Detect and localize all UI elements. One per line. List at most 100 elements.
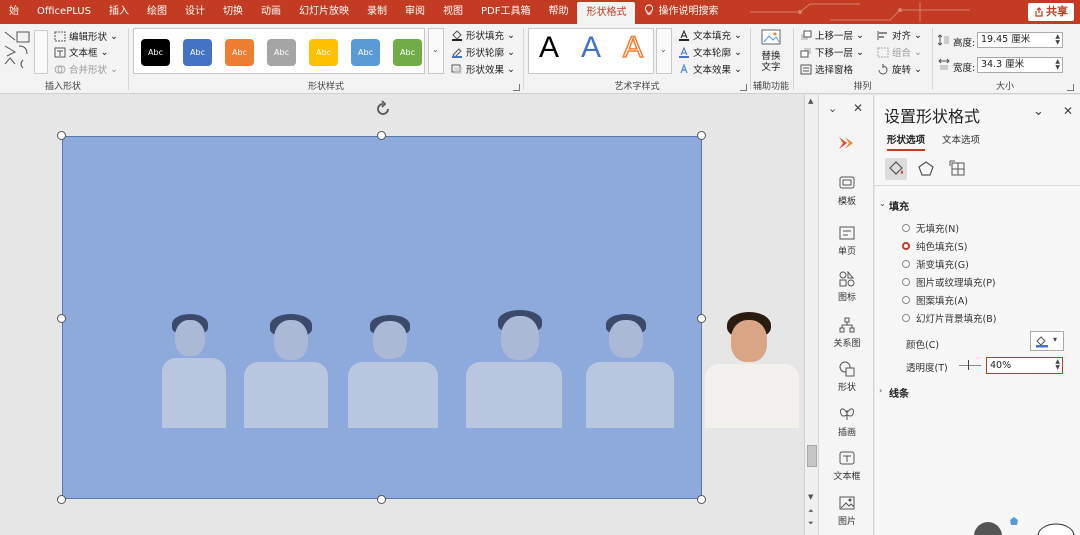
chevron-down-icon: ▾ (1053, 335, 1058, 344)
tab-record[interactable]: 录制 (358, 0, 396, 24)
tab-shape-options[interactable]: 形状选项 (887, 132, 926, 151)
line-section-header[interactable]: 线条 (889, 385, 909, 400)
scroll-up-icon[interactable]: ▲ (808, 97, 813, 105)
tab-draw[interactable]: 绘图 (138, 0, 176, 24)
sidebar-item-illustration[interactable]: 插画 (819, 406, 875, 438)
expanded-caret-icon[interactable]: ⌄ (879, 199, 886, 208)
resize-handle-top[interactable] (377, 131, 386, 140)
tab-design[interactable]: 设计 (176, 0, 214, 24)
edit-shape-button[interactable]: 编辑形状 ⌄ (54, 29, 118, 43)
pane-options-chevron-icon[interactable]: ⌄ (1033, 104, 1044, 119)
sidebar-item-text-box[interactable]: 文本框 (819, 450, 875, 482)
scrollbar-thumb[interactable] (807, 445, 817, 467)
radio-selected-icon (902, 242, 910, 250)
tab-text-options[interactable]: 文本选项 (942, 132, 980, 146)
dialog-launcher-icon[interactable] (513, 84, 520, 91)
collapse-chevron-icon[interactable]: ⌄ (828, 102, 837, 115)
sidebar-label-text-box: 文本框 (833, 472, 861, 482)
tab-shape-format[interactable]: 形状格式 (577, 2, 636, 24)
dialog-launcher-icon[interactable] (1067, 84, 1074, 91)
text-box-button[interactable]: 文本框 ⌄ (54, 45, 108, 59)
share-label: 共享 (1046, 5, 1068, 18)
share-button[interactable]: 共享 (1028, 3, 1074, 21)
resize-handle-top-left[interactable] (57, 131, 66, 140)
tab-officeplus[interactable]: OfficePLUS (28, 0, 100, 24)
fill-section-header[interactable]: 填充 (889, 198, 909, 213)
tab-home[interactable]: 始 (0, 0, 28, 24)
radio-icon (902, 296, 910, 304)
alt-text-label-2: 文字 (761, 62, 781, 73)
sidebar-label-single-page: 单页 (837, 247, 856, 257)
option-gradient-fill[interactable]: 渐变填充(G) (902, 257, 969, 271)
tab-view[interactable]: 视图 (434, 0, 472, 24)
transparency-slider-thumb[interactable] (968, 360, 969, 370)
fill-line-tab[interactable] (885, 158, 907, 180)
tab-animations[interactable]: 动画 (252, 0, 290, 24)
dialog-launcher-icon[interactable] (740, 84, 747, 91)
scroll-down-icon[interactable]: ▼ (808, 493, 813, 501)
resize-handle-bottom-left[interactable] (57, 495, 66, 504)
sidebar-label-template: 模板 (837, 197, 856, 207)
officeplus-logo-icon (839, 137, 853, 149)
format-shape-pane: 设置形状格式 ⌄ ✕ 形状选项 文本选项 ⌄ 填充 无填充(N) 纯色填充(S)… (875, 95, 1080, 535)
tab-slideshow[interactable]: 幻灯片放映 (290, 0, 358, 24)
option-solid-fill[interactable]: 纯色填充(S) (902, 239, 967, 253)
merge-shapes-label: 合并形状 (69, 65, 108, 76)
tab-help[interactable]: 帮助 (539, 0, 577, 24)
resize-handle-right[interactable] (697, 314, 706, 323)
transparency-slider-track[interactable] (959, 365, 981, 366)
app-window: 始 OfficePLUS 插入 绘图 设计 切换 动画 幻灯片放映 录制 审阅 … (0, 0, 1080, 535)
close-icon[interactable]: ✕ (853, 101, 863, 115)
tell-me-search[interactable]: 操作说明搜索 (635, 0, 727, 24)
group-size: 大小 (934, 24, 1076, 94)
radio-icon (902, 278, 910, 286)
effects-tab[interactable] (915, 158, 937, 180)
sidebar-item-shapes[interactable]: 形状 (819, 361, 875, 393)
next-slide-icon[interactable]: ⏷ (808, 519, 814, 528)
tab-insert[interactable]: 插入 (100, 0, 138, 24)
group-accessibility: 替换 文字 辅助功能 (751, 24, 791, 94)
alt-text-icon (761, 29, 781, 45)
shape-gallery-icon[interactable] (3, 30, 33, 72)
fill-color-picker[interactable]: ▾ (1030, 331, 1064, 351)
merge-shapes-icon (54, 65, 66, 73)
officeplus-sidebar: ⌄ ✕ 模板 单页 图标 关系图 形状 插画 文本框 图片 (818, 95, 874, 535)
transparency-input[interactable]: 40% ▲ ▼ (986, 357, 1063, 374)
sidebar-item-template[interactable]: 模板 (819, 175, 875, 207)
group-insert-shapes: 编辑形状 ⌄ 文本框 ⌄ 合并形状 ⌄ 插入形状 (0, 24, 126, 94)
sidebar-item-icons[interactable]: 图标 (819, 271, 875, 303)
sidebar-item-relationship[interactable]: 关系图 (819, 317, 875, 349)
shape-gallery-scroll[interactable] (34, 30, 48, 74)
size-properties-tab[interactable] (947, 158, 969, 180)
previous-slide-icon[interactable]: ⏶ (808, 507, 814, 516)
collapsed-caret-icon[interactable]: › (879, 386, 882, 395)
merge-shapes-button[interactable]: 合并形状 ⌄ (54, 62, 118, 76)
rotate-handle-icon[interactable] (374, 100, 392, 118)
option-no-fill[interactable]: 无填充(N) (902, 221, 959, 235)
share-icon (1035, 7, 1043, 17)
option-slide-background-fill[interactable]: 幻灯片背景填充(B) (902, 311, 996, 325)
tab-transitions[interactable]: 切换 (214, 0, 252, 24)
resize-handle-bottom-right[interactable] (697, 495, 706, 504)
alt-text-button[interactable]: 替换 文字 (751, 28, 791, 73)
picture-icon (839, 496, 855, 510)
vertical-scrollbar[interactable]: ▲ ▼ ⏶ ⏷ (804, 95, 818, 535)
template-icon (839, 176, 855, 189)
resize-handle-bottom[interactable] (377, 495, 386, 504)
butterfly-icon (840, 408, 854, 420)
sidebar-item-single-page[interactable]: 单页 (819, 225, 875, 257)
resize-handle-top-right[interactable] (697, 131, 706, 140)
resize-handle-left[interactable] (57, 314, 66, 323)
tab-review[interactable]: 审阅 (396, 0, 434, 24)
pentagon-icon (918, 161, 934, 176)
option-pattern-fill[interactable]: 图案填充(A) (902, 293, 968, 307)
tab-pdf-toolbox[interactable]: PDF工具箱 (472, 0, 539, 24)
sidebar-item-picture[interactable]: 图片 (819, 495, 875, 527)
pane-close-icon[interactable]: ✕ (1063, 104, 1073, 118)
option-picture-texture-fill[interactable]: 图片或纹理填充(P) (902, 275, 996, 289)
spinner-icon[interactable]: ▲ ▼ (1055, 359, 1060, 371)
radio-icon (902, 224, 910, 232)
sidebar-label-relationship: 关系图 (833, 339, 861, 349)
radio-icon (902, 314, 910, 322)
icons-icon (839, 271, 855, 287)
